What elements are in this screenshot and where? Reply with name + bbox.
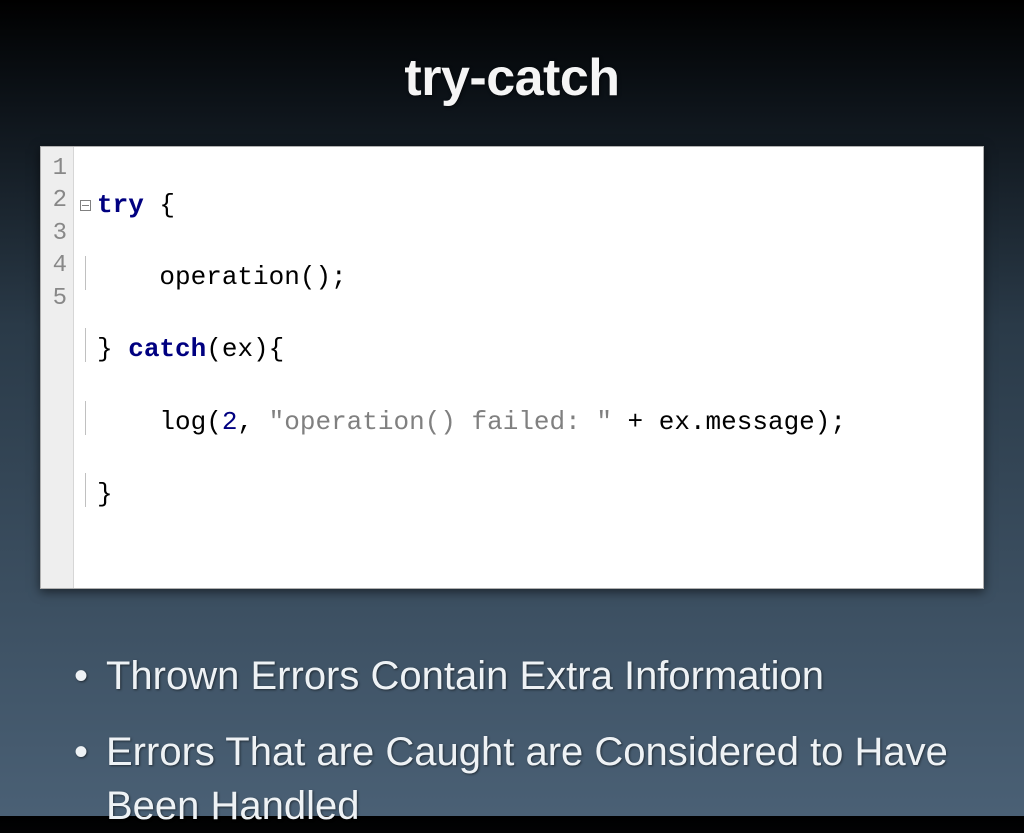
bullet-item: Errors That are Caught are Considered to… (70, 725, 954, 833)
lineno: 5 (49, 283, 67, 315)
code-line: } catch(ex){ (80, 330, 973, 367)
code-text: + ex.message); (612, 407, 846, 437)
code-text: operation(); (159, 262, 346, 292)
code-text: { (144, 190, 175, 220)
code-line: try { (80, 188, 973, 223)
bullet-item: Thrown Errors Contain Extra Information (70, 649, 954, 703)
code-string: "operation() failed: " (269, 407, 612, 437)
kw-catch: catch (128, 334, 206, 364)
lineno: 4 (49, 250, 67, 282)
lineno: 3 (49, 218, 67, 250)
lineno: 2 (49, 185, 67, 217)
fold-icon (80, 200, 91, 211)
code-number: 2 (222, 407, 238, 437)
code-block: 1 2 3 4 5 try { operation(); } catch(ex)… (40, 146, 984, 589)
fold-guide (80, 258, 91, 284)
bullet-list: Thrown Errors Contain Extra Information … (70, 649, 954, 833)
code-text (97, 407, 159, 437)
code-text (97, 262, 159, 292)
code-text: log( (159, 407, 221, 437)
fold-guide (80, 475, 91, 501)
code-text: } (97, 479, 113, 509)
code-line: log(2, "operation() failed: " + ex.messa… (80, 403, 973, 440)
code-text: } (97, 334, 128, 364)
code-text: (ex){ (206, 334, 284, 364)
code-line: operation(); (80, 258, 973, 295)
code-line: } (80, 475, 973, 512)
kw-try: try (97, 190, 144, 220)
slide-title: try-catch (0, 48, 1024, 108)
lineno: 1 (49, 153, 67, 185)
code-gutter: 1 2 3 4 5 (41, 147, 74, 588)
fold-guide (80, 403, 91, 429)
code-text: , (237, 407, 268, 437)
fold-guide (80, 330, 91, 356)
code-content: try { operation(); } catch(ex){ log(2, "… (74, 147, 983, 588)
